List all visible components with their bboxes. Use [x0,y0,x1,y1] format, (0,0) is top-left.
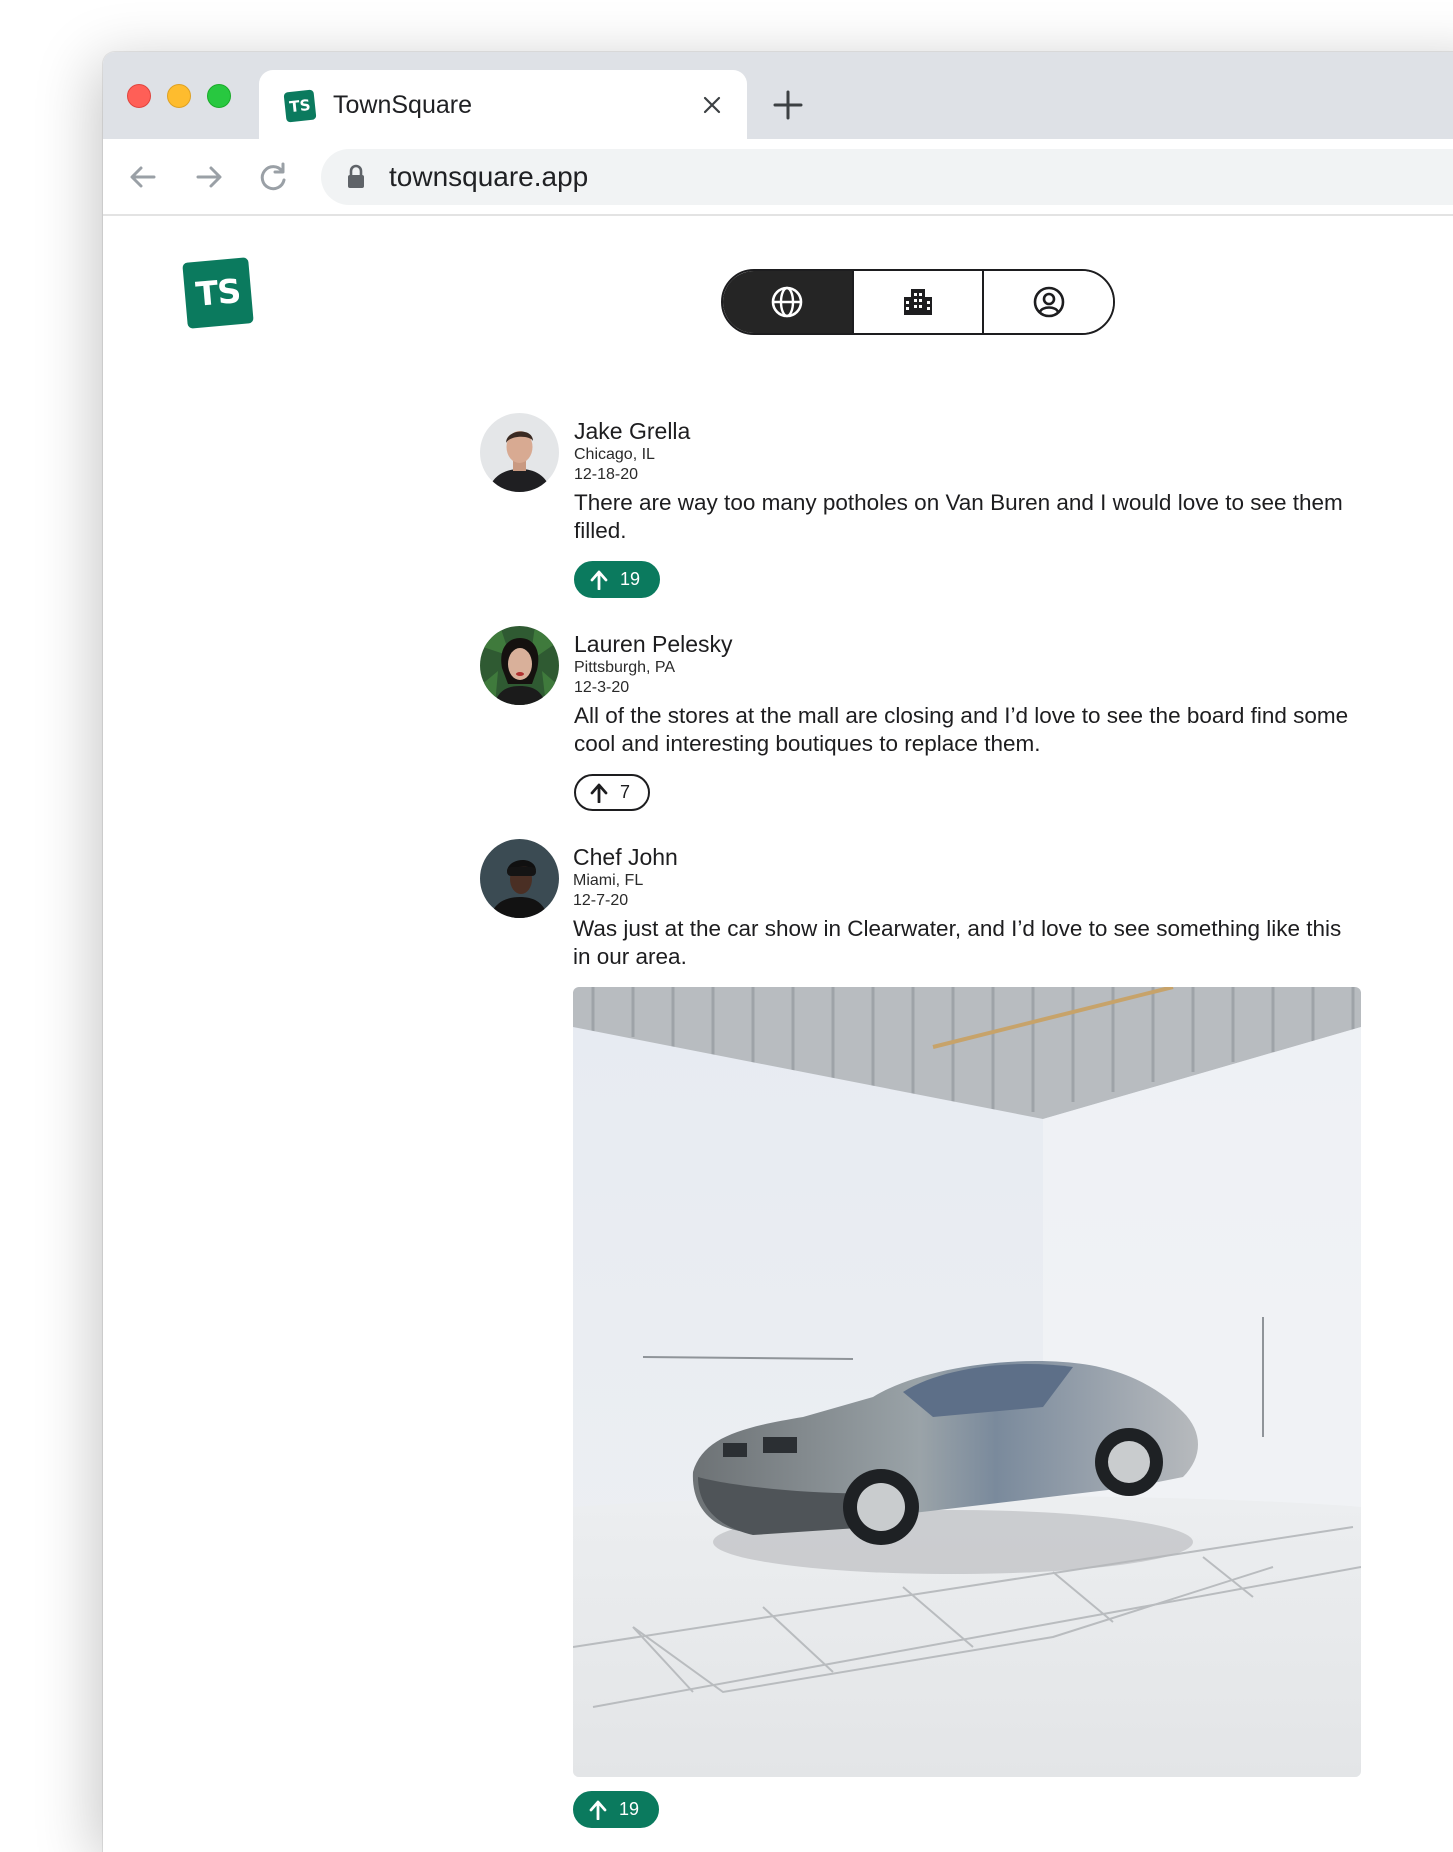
arrow-up-icon [590,570,608,590]
post-date: 12-7-20 [573,892,629,909]
upvote-count: 7 [620,782,631,802]
post-image[interactable] [573,987,1361,1777]
globe-icon [772,286,803,318]
post-date: 12-3-20 [574,679,630,696]
user-circle-icon [1033,286,1064,318]
avatar[interactable] [480,839,559,918]
townsquare-logo[interactable]: TS [182,257,254,329]
tab-global[interactable] [723,271,852,333]
upvote-count: 19 [620,569,641,589]
post-author[interactable]: Lauren Pelesky [574,630,1364,658]
post-content: Was just at the car show in Clearwater, … [573,916,1342,969]
close-window-button[interactable] [127,84,151,108]
browser-window: TS TownSquare townsquare.app TS Jake Gre… [103,52,1453,1852]
building-icon [904,289,932,315]
maximize-window-button[interactable] [207,84,231,108]
browser-toolbar: townsquare.app [103,139,1453,216]
post-location: Chicago, IL [574,446,655,463]
post-author[interactable]: Jake Grella [574,417,1364,445]
post-body: Chef John Miami, FL 12-7-20 Was just at … [573,839,1363,1828]
close-icon[interactable] [695,88,729,122]
minimize-window-button[interactable] [167,84,191,108]
avatar[interactable] [480,626,559,705]
url-text[interactable]: townsquare.app [389,161,588,193]
browser-tab[interactable]: TS TownSquare [259,70,747,139]
upvote-count: 19 [619,1799,640,1819]
avatar[interactable] [480,413,559,492]
reload-icon[interactable] [253,157,293,197]
post-body: Lauren Pelesky Pittsburgh, PA 12-3-20 Al… [574,626,1364,811]
lock-icon [348,164,364,188]
post-content: There are way too many potholes on Van B… [574,490,1343,543]
back-arrow-icon[interactable] [123,157,163,197]
post-location: Miami, FL [573,872,644,889]
post-location: Pittsburgh, PA [574,659,676,676]
post-date: 12-18-20 [574,466,639,483]
arrow-up-icon [590,783,608,803]
post-body: Jake Grella Chicago, IL 12-18-20 There a… [574,413,1364,598]
forward-arrow-icon[interactable] [189,157,229,197]
tab-city[interactable] [851,271,983,333]
page-content: TS Jake Grella Chicago, IL 12-18-20 Ther… [103,216,1453,1852]
post-author[interactable]: Chef John [573,843,1363,871]
upvote-button[interactable]: 7 [574,774,651,811]
upvote-button[interactable]: 19 [573,1791,660,1828]
arrow-up-icon [589,1800,607,1820]
feed-view-switcher [721,269,1115,335]
plus-icon[interactable] [769,86,807,124]
post-content: All of the stores at the mall are closin… [574,703,1349,756]
tab-profile[interactable] [982,271,1113,333]
tab-strip: TS TownSquare [103,52,1453,139]
address-bar[interactable]: townsquare.app [321,149,1453,205]
tab-title: TownSquare [333,91,472,119]
favicon-icon: TS [283,89,317,123]
upvote-button[interactable]: 19 [574,561,661,598]
